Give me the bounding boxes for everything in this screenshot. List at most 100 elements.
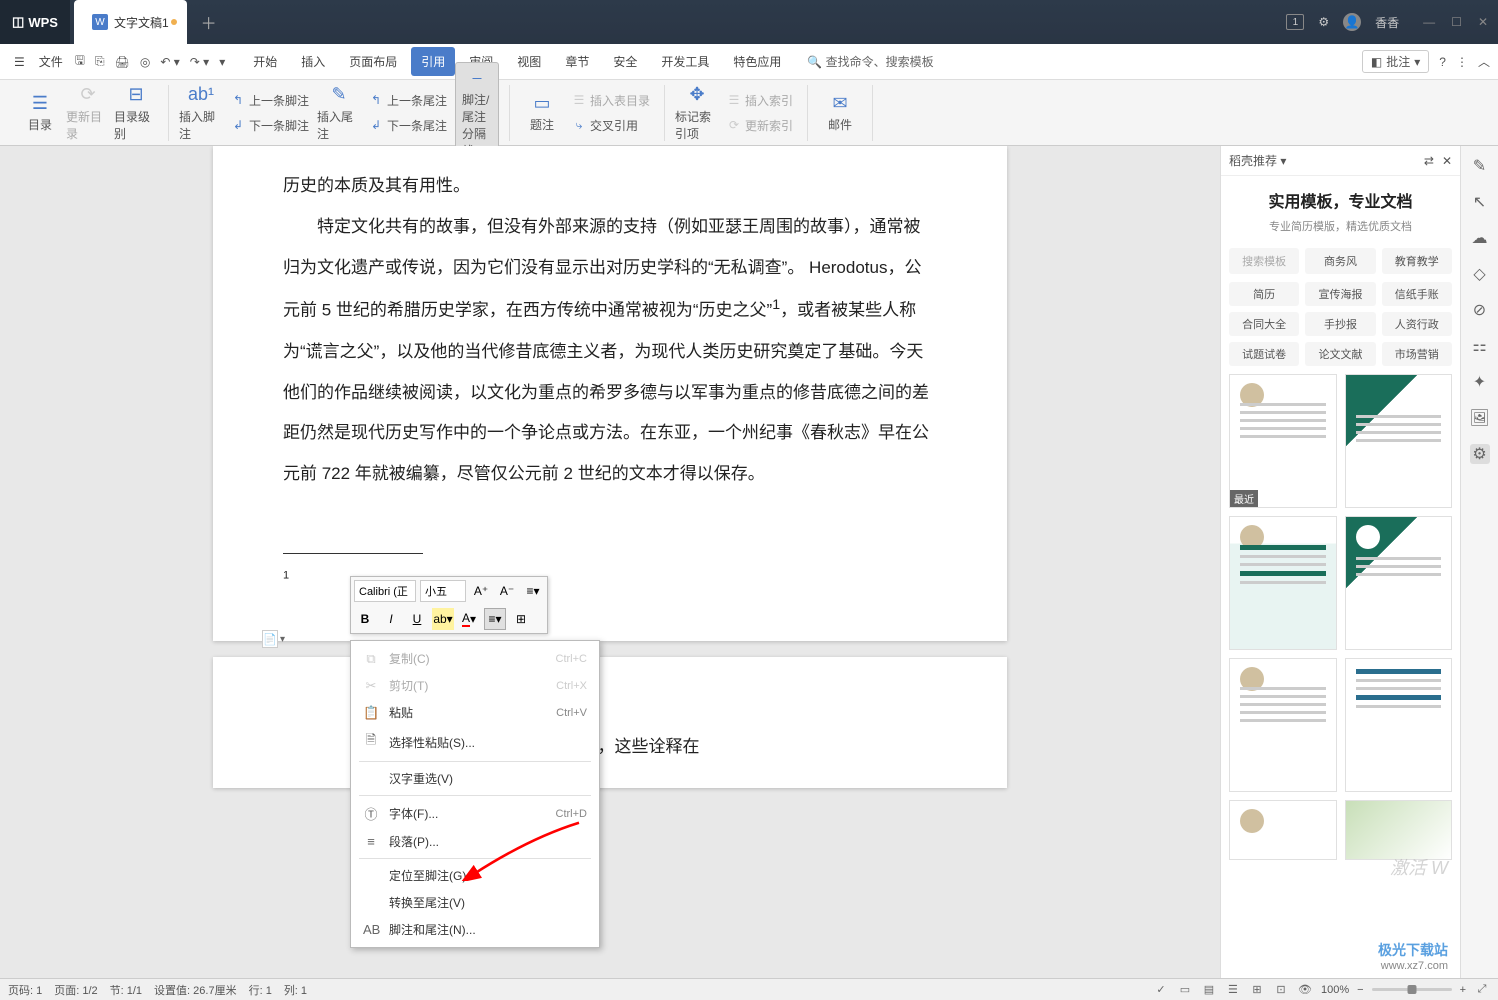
prev-footnote-button[interactable]: ↰上一条脚注 (227, 90, 313, 111)
cat-handout[interactable]: 手抄报 (1305, 312, 1375, 336)
next-footnote-button[interactable]: ↲下一条脚注 (227, 115, 313, 136)
template-item[interactable]: 最近 (1229, 374, 1337, 508)
sb-pageno[interactable]: 页码: 1 (8, 982, 42, 998)
search-commands[interactable]: 🔍 查找命令、搜索模板 (807, 53, 933, 70)
close-button[interactable]: ✕ (1478, 15, 1488, 29)
user-name[interactable]: 香香 (1375, 14, 1399, 31)
document-tab[interactable]: W 文字文稿1 (74, 0, 187, 44)
rail-cloud-icon[interactable]: ☁ (1470, 228, 1490, 248)
font-family-input[interactable] (354, 580, 416, 602)
tab-insert[interactable]: 插入 (291, 47, 335, 76)
next-endnote-button[interactable]: ↲下一条尾注 (365, 115, 451, 136)
redo-icon[interactable]: ↷ ▾ (186, 53, 213, 71)
cat-thesis[interactable]: 论文文献 (1305, 342, 1375, 366)
print-icon[interactable]: 🖨 (111, 53, 134, 71)
rail-tool-icon[interactable]: ✦ (1470, 372, 1490, 392)
template-item[interactable] (1229, 516, 1337, 650)
undo-icon[interactable]: ↶ ▾ (156, 53, 183, 71)
sidebar-close-icon[interactable]: ✕ (1442, 154, 1452, 168)
rail-style-icon[interactable]: ◇ (1470, 264, 1490, 284)
add-tab-button[interactable]: ＋ (195, 8, 223, 36)
borders-icon[interactable]: ⊞ (510, 608, 532, 630)
mail-button[interactable]: ✉邮件 (818, 92, 862, 133)
file-menu[interactable]: 文件 (33, 49, 69, 74)
footnote-marker[interactable]: 1 (283, 569, 289, 581)
user-avatar[interactable]: 👤 (1343, 13, 1361, 31)
insert-footnote-button[interactable]: ab¹插入脚注 (179, 84, 223, 142)
tab-start[interactable]: 开始 (243, 47, 287, 76)
sb-line[interactable]: 行: 1 (249, 982, 272, 998)
ctx-paragraph[interactable]: ≡段落(P)... (351, 828, 599, 855)
ctx-footnote-endnote[interactable]: AB脚注和尾注(N)... (351, 916, 599, 943)
document-area[interactable]: 历史的本质及其有用性。 特定文化共有的故事，但没有外部来源的支持（例如亚瑟王周围… (0, 146, 1220, 978)
tab-references[interactable]: 引用 (411, 47, 455, 76)
toc-button[interactable]: ☰目录 (18, 92, 62, 133)
template-item[interactable] (1229, 800, 1337, 860)
minimize-button[interactable]: — (1423, 15, 1435, 29)
rail-gear-icon[interactable]: ⚙ (1470, 444, 1490, 464)
sb-zoom-value[interactable]: 100% (1321, 984, 1349, 996)
cat-marketing[interactable]: 市场营销 (1382, 342, 1452, 366)
ctx-convert-endnote[interactable]: 转换至尾注(V) (351, 889, 599, 916)
collapse-ribbon-icon[interactable]: ︿ (1478, 53, 1490, 70)
ctx-reconvert[interactable]: 汉字重选(V) (351, 765, 599, 792)
tab-pagelayout[interactable]: 页面布局 (339, 47, 407, 76)
zoom-slider[interactable] (1372, 988, 1452, 991)
underline-icon[interactable]: U (406, 608, 428, 630)
grow-font-icon[interactable]: A⁺ (470, 580, 492, 602)
sb-page-icon[interactable]: ▤ (1201, 982, 1217, 998)
sb-read-icon[interactable]: ⊡ (1273, 982, 1289, 998)
paste-options-indicator[interactable]: 📄▾ (262, 630, 285, 648)
sb-section[interactable]: 节: 1/1 (110, 982, 142, 998)
rail-edit-icon[interactable]: ✎ (1470, 156, 1490, 176)
highlight-icon[interactable]: ab▾ (432, 608, 454, 630)
sb-book-icon[interactable]: ▭ (1177, 982, 1193, 998)
help-icon[interactable]: ? (1439, 55, 1446, 69)
tab-sections[interactable]: 章节 (555, 47, 599, 76)
print-preview-icon[interactable]: ⎘ (91, 52, 109, 71)
tab-devtools[interactable]: 开发工具 (651, 47, 719, 76)
footnote-ref[interactable]: 1 (772, 297, 780, 313)
template-item[interactable] (1345, 658, 1453, 792)
hamburger-menu[interactable]: ☰ (8, 51, 31, 73)
sidebar-tab-education[interactable]: 教育教学 (1382, 248, 1452, 274)
ctx-paste[interactable]: 📋粘贴Ctrl+V (351, 699, 599, 726)
prev-endnote-button[interactable]: ↰上一条尾注 (365, 90, 451, 111)
notification-badge[interactable]: 1 (1286, 14, 1304, 30)
font-size-input[interactable] (420, 580, 466, 602)
ctx-font[interactable]: Ⓣ字体(F)...Ctrl+D (351, 799, 599, 828)
insert-endnote-button[interactable]: ✎插入尾注 (317, 84, 361, 142)
cat-hr[interactable]: 人资行政 (1382, 312, 1452, 336)
save-icon[interactable]: 🖫 (71, 49, 89, 74)
bold-icon[interactable]: B (354, 608, 376, 630)
sidebar-search[interactable]: 搜索模板 (1229, 248, 1299, 274)
zoom-in-icon[interactable]: + (1460, 984, 1466, 996)
tab-security[interactable]: 安全 (603, 47, 647, 76)
shrink-font-icon[interactable]: A⁻ (496, 580, 518, 602)
sb-spellcheck-icon[interactable]: ✓ (1153, 982, 1169, 998)
cat-contract[interactable]: 合同大全 (1229, 312, 1299, 336)
zoom-out-icon[interactable]: − (1357, 984, 1363, 996)
toc-level-button[interactable]: ⊟目录级别 (114, 84, 158, 142)
cat-poster[interactable]: 宣传海报 (1305, 282, 1375, 306)
rail-select-icon[interactable]: ↖ (1470, 192, 1490, 212)
caption-button[interactable]: ▭题注 (520, 92, 564, 133)
sb-expand-icon[interactable]: ⤢ (1474, 982, 1490, 998)
align-icon[interactable]: ≡▾ (484, 608, 506, 630)
rail-clip-icon[interactable]: 🖼 (1470, 408, 1490, 428)
sb-outline-icon[interactable]: ☰ (1225, 982, 1241, 998)
sidebar-title[interactable]: 稻壳推荐 ▾ (1229, 152, 1424, 169)
font-color-icon[interactable]: A▾ (458, 608, 480, 630)
mark-index-button[interactable]: ✥标记索引项 (675, 84, 719, 142)
cat-exam[interactable]: 试题试卷 (1229, 342, 1299, 366)
italic-icon[interactable]: I (380, 608, 402, 630)
sb-col[interactable]: 列: 1 (284, 982, 307, 998)
sidebar-tab-business[interactable]: 商务风 (1305, 248, 1375, 274)
format-painter-icon[interactable]: ▾ (215, 53, 229, 71)
sb-eye-icon[interactable]: 👁 (1297, 982, 1313, 998)
tab-view[interactable]: 视图 (507, 47, 551, 76)
template-item[interactable] (1345, 516, 1453, 650)
tab-special[interactable]: 特色应用 (723, 47, 791, 76)
maximize-button[interactable]: ☐ (1451, 15, 1462, 29)
template-item[interactable] (1345, 800, 1453, 860)
